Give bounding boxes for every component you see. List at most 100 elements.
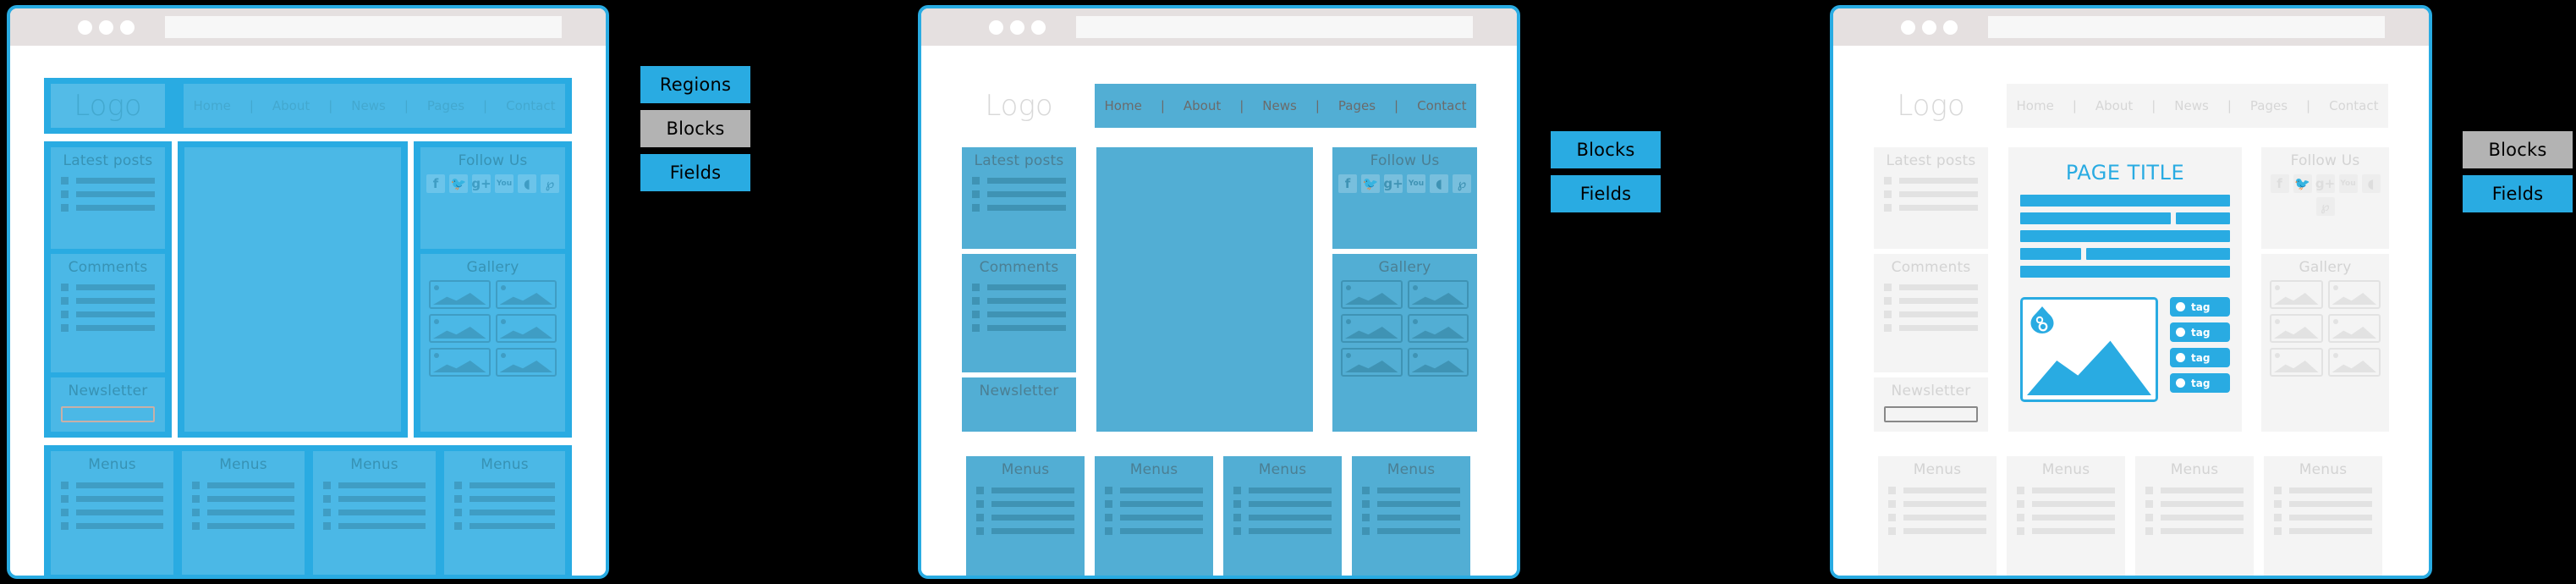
nav-item-contact[interactable]: Contact xyxy=(497,98,564,113)
nav-item-contact[interactable]: Contact xyxy=(1408,98,1475,113)
gallery-image-icon[interactable] xyxy=(495,314,557,343)
block-footer-menu[interactable]: Menus xyxy=(966,456,1085,576)
nav-item-contact[interactable]: Contact xyxy=(2320,98,2387,113)
facebook-icon[interactable]: f xyxy=(2270,174,2289,193)
block-latest-posts[interactable]: Latest posts xyxy=(51,147,165,249)
block-follow-us[interactable]: Follow Us f 🐦 g+ You ◖ ℘ xyxy=(420,147,565,249)
nav-item-pages[interactable]: Pages xyxy=(2241,98,2297,113)
gallery-image-icon[interactable] xyxy=(1341,348,1403,377)
pinterest-icon[interactable]: ℘ xyxy=(2315,197,2335,216)
region-content[interactable] xyxy=(178,141,408,438)
window-dot-minimize[interactable] xyxy=(99,19,113,35)
block-gallery[interactable]: Gallery xyxy=(2261,254,2389,432)
block-footer-menu[interactable]: Menus xyxy=(51,451,173,575)
gallery-image-icon[interactable] xyxy=(2327,348,2381,377)
block-main-menu[interactable]: Home | About | News | Pages | Contact xyxy=(2007,84,2388,128)
block-newsletter[interactable]: Newsletter xyxy=(1874,377,1988,432)
google-plus-icon[interactable]: g+ xyxy=(1383,174,1403,193)
block-latest-posts[interactable]: Latest posts xyxy=(1874,147,1988,249)
rss-icon[interactable]: ◖ xyxy=(2361,174,2381,193)
field-body[interactable] xyxy=(2008,185,2242,278)
gallery-image-icon[interactable] xyxy=(2327,314,2381,343)
block-newsletter[interactable]: Newsletter xyxy=(962,377,1076,432)
block-comments[interactable]: Comments xyxy=(51,254,165,372)
gallery-image-icon[interactable] xyxy=(429,314,491,343)
block-follow-us[interactable]: Follow Us f 🐦 g+ You ◖ ℘ xyxy=(1332,147,1477,249)
gallery-image-icon[interactable] xyxy=(1341,280,1403,309)
tag-pill[interactable]: tag xyxy=(2170,348,2230,367)
gallery-image-icon[interactable] xyxy=(1407,280,1469,309)
gallery-image-icon[interactable] xyxy=(2270,348,2323,377)
block-logo[interactable]: Logo xyxy=(51,84,165,128)
url-input[interactable] xyxy=(1076,16,1473,38)
blocks-button[interactable]: Blocks xyxy=(1551,131,1661,168)
nav-item-about[interactable]: About xyxy=(2086,98,2142,113)
block-follow-us[interactable]: Follow Us f 🐦 g+ You ◖ ℘ xyxy=(2261,147,2389,249)
window-dot-maximize[interactable] xyxy=(1943,19,1958,35)
window-dot-minimize[interactable] xyxy=(1922,19,1936,35)
gallery-image-icon[interactable] xyxy=(1407,314,1469,343)
twitter-icon[interactable]: 🐦 xyxy=(2293,174,2312,193)
region-sidebar-first[interactable]: Latest posts Comments Newsletter xyxy=(44,141,172,438)
block-newsletter[interactable]: Newsletter xyxy=(51,377,165,432)
gallery-image-icon[interactable] xyxy=(2327,280,2381,309)
block-main-content[interactable]: PAGE TITLE tag tag tag tag xyxy=(2008,147,2242,432)
block-footer-menu[interactable]: Menus xyxy=(2007,456,2125,576)
block-gallery[interactable]: Gallery xyxy=(420,254,565,432)
block-logo[interactable]: Logo xyxy=(962,84,1076,128)
url-input[interactable] xyxy=(1988,16,2385,38)
fields-button[interactable]: Fields xyxy=(640,154,750,191)
nav-item-home[interactable]: Home xyxy=(184,98,240,113)
gallery-image-icon[interactable] xyxy=(1407,348,1469,377)
gallery-image-icon[interactable] xyxy=(2270,314,2323,343)
block-logo[interactable]: Logo xyxy=(1874,84,1988,128)
region-sidebar-second[interactable]: Follow Us f 🐦 g+ You ◖ ℘ Gallery xyxy=(414,141,572,438)
fields-button[interactable]: Fields xyxy=(2463,175,2573,212)
nav-item-about[interactable]: About xyxy=(263,98,319,113)
blocks-button[interactable]: Blocks xyxy=(640,110,750,147)
rss-icon[interactable]: ◖ xyxy=(518,174,536,193)
gallery-image-icon[interactable] xyxy=(2270,280,2323,309)
block-footer-menu[interactable]: Menus xyxy=(1878,456,1997,576)
window-dot-close[interactable] xyxy=(78,19,92,35)
gallery-image-icon[interactable] xyxy=(429,348,491,377)
url-input[interactable] xyxy=(165,16,562,38)
gallery-image-icon[interactable] xyxy=(1341,314,1403,343)
block-gallery[interactable]: Gallery xyxy=(1332,254,1477,432)
block-footer-menu[interactable]: Menus xyxy=(2135,456,2254,576)
block-main-content[interactable] xyxy=(184,147,401,432)
rss-icon[interactable]: ◖ xyxy=(1430,174,1448,193)
newsletter-email-input[interactable] xyxy=(1884,406,1978,422)
pinterest-icon[interactable]: ℘ xyxy=(1453,174,1471,193)
block-main-menu[interactable]: Home | About | News | Pages | Contact xyxy=(184,84,565,128)
nav-item-home[interactable]: Home xyxy=(2008,98,2063,113)
window-dot-maximize[interactable] xyxy=(120,19,135,35)
block-footer-menu[interactable]: Menus xyxy=(444,451,565,575)
fields-button[interactable]: Fields xyxy=(1551,175,1661,212)
twitter-icon[interactable]: 🐦 xyxy=(1361,174,1380,193)
block-footer-menu[interactable]: Menus xyxy=(1095,456,1213,576)
block-main-content[interactable] xyxy=(1096,147,1313,432)
youtube-icon[interactable]: You xyxy=(1407,174,1425,193)
nav-item-news[interactable]: News xyxy=(1253,98,1306,113)
facebook-icon[interactable]: f xyxy=(1338,174,1357,193)
block-latest-posts[interactable]: Latest posts xyxy=(962,147,1076,249)
regions-button[interactable]: Regions xyxy=(640,66,750,103)
tag-pill[interactable]: tag xyxy=(2170,373,2230,393)
block-comments[interactable]: Comments xyxy=(962,254,1076,372)
facebook-icon[interactable]: f xyxy=(426,174,445,193)
block-main-menu[interactable]: Home | About | News | Pages | Contact xyxy=(1095,84,1476,128)
youtube-icon[interactable]: You xyxy=(495,174,514,193)
youtube-icon[interactable]: You xyxy=(2338,174,2358,193)
window-dot-maximize[interactable] xyxy=(1031,19,1046,35)
pinterest-icon[interactable]: ℘ xyxy=(541,174,559,193)
window-dot-close[interactable] xyxy=(989,19,1003,35)
tag-pill[interactable]: tag xyxy=(2170,322,2230,342)
nav-item-news[interactable]: News xyxy=(2165,98,2218,113)
nav-item-news[interactable]: News xyxy=(342,98,395,113)
nav-item-pages[interactable]: Pages xyxy=(418,98,474,113)
twitter-icon[interactable]: 🐦 xyxy=(449,174,468,193)
block-footer-menu[interactable]: Menus xyxy=(2264,456,2382,576)
block-footer-menu[interactable]: Menus xyxy=(313,451,436,575)
region-header[interactable]: Logo Home | About | News | Pages | Conta… xyxy=(44,78,572,134)
